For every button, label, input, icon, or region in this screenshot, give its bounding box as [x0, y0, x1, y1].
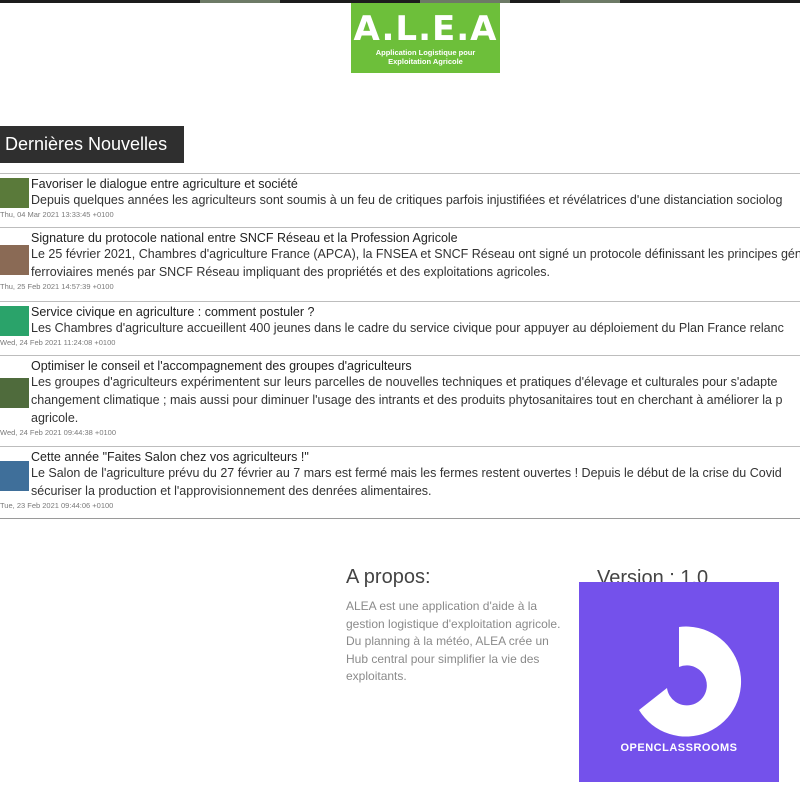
about-text: ALEA est une application d'aide à la ges… — [346, 599, 561, 683]
news-section-title: Dernières Nouvelles — [0, 126, 184, 163]
news-thumbnail[interactable] — [0, 461, 29, 491]
news-description: agricole. — [31, 411, 79, 425]
news-description: Depuis quelques années les agriculteurs … — [31, 193, 783, 207]
about-title: A propos: — [346, 566, 431, 588]
logo-tagline-line1: Application Logistique pour — [375, 48, 476, 57]
news-description: Le Salon de l'agriculture prévu du 27 fé… — [31, 466, 782, 480]
news-description: changement climatique ; mais aussi pour … — [31, 393, 783, 407]
logo-tagline-line2: Exploitation Agricole — [388, 57, 463, 66]
news-date: Thu, 04 Mar 2021 13:33:45 +0100 — [0, 210, 114, 219]
alea-logo[interactable]: A.L.E.A Application Logistique pour Expl… — [351, 3, 500, 73]
news-thumbnail[interactable] — [0, 245, 29, 275]
news-title[interactable]: Favoriser le dialogue entre agriculture … — [31, 174, 800, 191]
news-description: ferroviaires menés par SNCF Réseau impli… — [31, 265, 551, 279]
news-date: Wed, 24 Feb 2021 11:24:08 +0100 — [0, 338, 116, 347]
news-thumbnail[interactable] — [0, 378, 29, 408]
news-thumbnail[interactable] — [0, 178, 29, 208]
news-list: Favoriser le dialogue entre agriculture … — [0, 173, 800, 519]
logo-name: A.L.E.A — [353, 9, 498, 49]
news-item[interactable]: Favoriser le dialogue entre agriculture … — [0, 173, 800, 227]
news-date: Thu, 25 Feb 2021 14:57:39 +0100 — [0, 282, 114, 291]
news-title[interactable]: Signature du protocole national entre SN… — [31, 228, 800, 245]
news-description: sécuriser la production et l'approvision… — [31, 484, 432, 498]
news-title[interactable]: Cette année "Faites Salon chez vos agric… — [31, 447, 800, 464]
news-title[interactable]: Service civique en agriculture : comment… — [31, 302, 800, 319]
news-item[interactable]: Service civique en agriculture : comment… — [0, 301, 800, 355]
news-title[interactable]: Optimiser le conseil et l'accompagnement… — [31, 356, 800, 373]
openclassrooms-logo[interactable]: OPENCLASSROOMS — [579, 582, 779, 782]
news-item[interactable]: Optimiser le conseil et l'accompagnement… — [0, 355, 800, 446]
news-item[interactable]: Signature du protocole national entre SN… — [0, 227, 800, 301]
news-description: Les Chambres d'agriculture accueillent 4… — [31, 321, 784, 335]
news-description: Les groupes d'agriculteurs expérimentent… — [31, 375, 778, 389]
news-item[interactable]: Cette année "Faites Salon chez vos agric… — [0, 446, 800, 519]
news-description: Le 25 février 2021, Chambres d'agricultu… — [31, 247, 800, 261]
openclassrooms-label: OPENCLASSROOMS — [620, 742, 738, 754]
news-date: Tue, 23 Feb 2021 09:44:06 +0100 — [0, 501, 114, 510]
news-date: Wed, 24 Feb 2021 09:44:38 +0100 — [0, 428, 116, 437]
news-thumbnail[interactable] — [0, 306, 29, 336]
